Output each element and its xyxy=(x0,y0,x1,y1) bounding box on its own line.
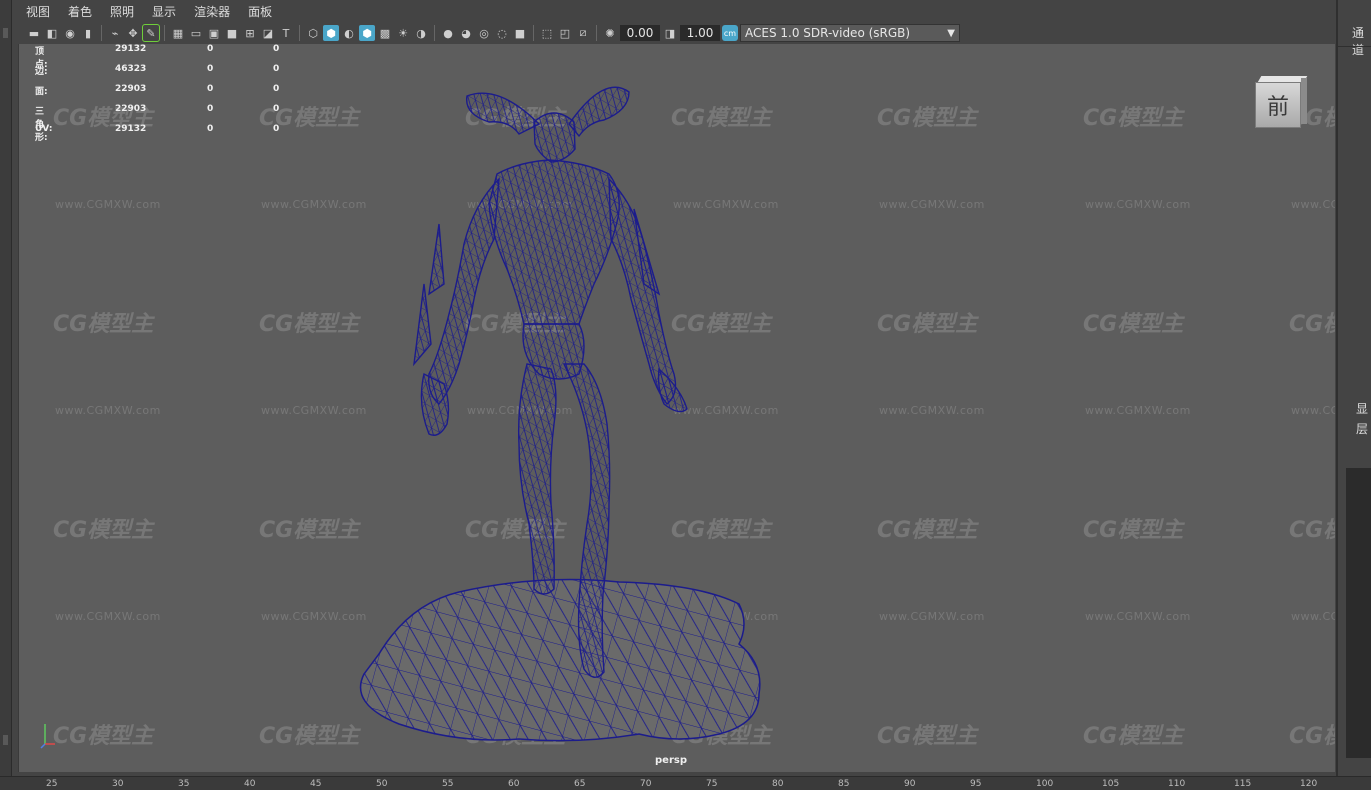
wireframe-on-shaded-icon[interactable]: ⬢ xyxy=(359,25,375,41)
menu-lighting[interactable]: 照明 xyxy=(100,3,142,20)
ruler-tick-label: 110 xyxy=(1168,779,1186,789)
perspective-viewport[interactable]: CG模型主 www.CGMXW.com CG模型主 www.CGMXW.com CG模型… xyxy=(18,44,1335,772)
menu-shading[interactable]: 着色 xyxy=(58,3,100,20)
resolution-gate-icon[interactable]: ▣ xyxy=(206,25,222,41)
menu-view[interactable]: 视图 xyxy=(16,3,58,20)
2d-pan-zoom-icon[interactable]: ✥ xyxy=(125,25,141,41)
camera-select-icon[interactable]: ▬ xyxy=(26,25,42,41)
smooth-shade-icon[interactable]: ⬢ xyxy=(323,25,339,41)
exposure-field[interactable]: 0.00 xyxy=(620,25,660,41)
ruler-tick-label: 50 xyxy=(376,779,388,789)
toolbar-separator xyxy=(164,25,165,41)
toolbar-separator xyxy=(533,25,534,41)
layer-tab[interactable]: 层 xyxy=(1356,420,1368,437)
ruler-tick-label: 35 xyxy=(178,779,190,789)
menu-panels[interactable]: 面板 xyxy=(238,3,280,20)
grease-pencil-icon[interactable]: ✎ xyxy=(142,24,160,42)
gamma-field[interactable]: 1.00 xyxy=(680,25,720,41)
depth-of-field-icon[interactable]: ◌ xyxy=(494,25,510,41)
ruler-tick-label: 40 xyxy=(244,779,256,789)
ruler-tick-label: 70 xyxy=(640,779,652,789)
wireframe-icon[interactable]: ⬡ xyxy=(305,25,321,41)
screen-space-ao-icon[interactable]: ● xyxy=(440,25,456,41)
grid-icon[interactable]: ▦ xyxy=(170,25,186,41)
wireframe-creature-model[interactable] xyxy=(19,44,1335,772)
color-space-dropdown[interactable]: ACES 1.0 SDR-video (sRGB) ▼ xyxy=(740,24,960,42)
ruler-tick-label: 25 xyxy=(46,779,58,789)
viewport-menu-bar: 视图 着色 照明 显示 渲染器 面板 xyxy=(16,0,1336,22)
left-tool-strip xyxy=(0,0,12,790)
strip-handle-bottom[interactable] xyxy=(3,735,8,745)
anti-aliasing-icon[interactable]: ◎ xyxy=(476,25,492,41)
ruler-tick-label: 75 xyxy=(706,779,718,789)
ruler-tick-label: 60 xyxy=(508,779,520,789)
exposure-icon[interactable]: ✺ xyxy=(602,25,618,41)
film-gate-icon[interactable]: ▭ xyxy=(188,25,204,41)
ruler-tick-label: 45 xyxy=(310,779,322,789)
axis-gizmo xyxy=(40,724,55,749)
use-all-lights-icon[interactable]: ☀ xyxy=(395,25,411,41)
safe-action-icon[interactable]: ◪ xyxy=(260,25,276,41)
toolbar-separator xyxy=(596,25,597,41)
gate-mask-icon[interactable]: ■ xyxy=(224,25,240,41)
ruler-tick-label: 105 xyxy=(1102,779,1120,789)
image-plane-icon[interactable]: ⌁ xyxy=(107,25,123,41)
xray-joints-icon[interactable]: ◰ xyxy=(557,25,573,41)
viewport-toolbar: ▬ ◧ ◉ ▮ ⌁ ✥ ✎ ▦ ▭ ▣ ■ ⊞ ◪ T ⬡ ⬢ ◐ ⬢ ▩ ☀ … xyxy=(16,22,1336,44)
channel-box-panel: 通道 显 层 xyxy=(1336,0,1371,790)
ruler-tick-label: 65 xyxy=(574,779,586,789)
field-chart-icon[interactable]: ⊞ xyxy=(242,25,258,41)
color-management-icon[interactable]: cm xyxy=(722,25,738,41)
view-cube[interactable]: 前 xyxy=(1255,76,1308,128)
bookmark-icon[interactable]: ▮ xyxy=(80,25,96,41)
menu-show[interactable]: 显示 xyxy=(142,3,184,20)
color-space-value: ACES 1.0 SDR-video (sRGB) xyxy=(745,26,911,40)
camera-attributes-icon[interactable]: ◧ xyxy=(44,25,60,41)
toolbar-separator xyxy=(434,25,435,41)
layer-list[interactable] xyxy=(1346,468,1371,758)
safe-title-icon[interactable]: T xyxy=(278,25,294,41)
chevron-down-icon: ▼ xyxy=(947,27,955,39)
shadows-icon[interactable]: ◑ xyxy=(413,25,429,41)
textured-icon[interactable]: ▩ xyxy=(377,25,393,41)
ruler-tick-label: 100 xyxy=(1036,779,1054,789)
rock-base xyxy=(359,578,761,742)
xray-components-icon[interactable]: ⧄ xyxy=(575,25,591,41)
menu-renderer[interactable]: 渲染器 xyxy=(184,3,238,20)
default-material-icon[interactable]: ◐ xyxy=(341,25,357,41)
channel-box-tab[interactable]: 通道 xyxy=(1352,24,1371,58)
ruler-tick-label: 95 xyxy=(970,779,982,789)
toolbar-separator xyxy=(299,25,300,41)
ruler-tick-label: 120 xyxy=(1300,779,1318,789)
maya-window: 视图 着色 照明 显示 渲染器 面板 ▬ ◧ ◉ ▮ ⌁ ✥ ✎ ▦ ▭ ▣ ■… xyxy=(0,0,1371,790)
ruler-tick-label: 55 xyxy=(442,779,454,789)
time-slider-ruler[interactable]: 25 30 35 40 45 50 55 60 65 70 75 80 85 90 95 100 105 110 1… xyxy=(0,776,1371,790)
view-cube-side[interactable] xyxy=(1301,78,1307,124)
ruler-tick-label: 30 xyxy=(112,779,124,789)
display-tab[interactable]: 显 xyxy=(1356,400,1368,417)
panel-divider xyxy=(1338,46,1371,47)
gamma-icon[interactable]: ◨ xyxy=(662,25,678,41)
strip-handle[interactable] xyxy=(3,28,8,38)
ruler-tick-label: 85 xyxy=(838,779,850,789)
motion-blur-icon[interactable]: ◕ xyxy=(458,25,474,41)
view-cube-front[interactable]: 前 xyxy=(1255,82,1301,128)
camera-label: persp xyxy=(655,755,687,766)
ruler-tick-label: 80 xyxy=(772,779,784,789)
bookmark-camera-icon[interactable]: ◉ xyxy=(62,25,78,41)
isolate-select-icon[interactable]: ■ xyxy=(512,25,528,41)
xray-icon[interactable]: ⬚ xyxy=(539,25,555,41)
ruler-tick-label: 90 xyxy=(904,779,916,789)
ruler-tick-label: 115 xyxy=(1234,779,1252,789)
toolbar-separator xyxy=(101,25,102,41)
